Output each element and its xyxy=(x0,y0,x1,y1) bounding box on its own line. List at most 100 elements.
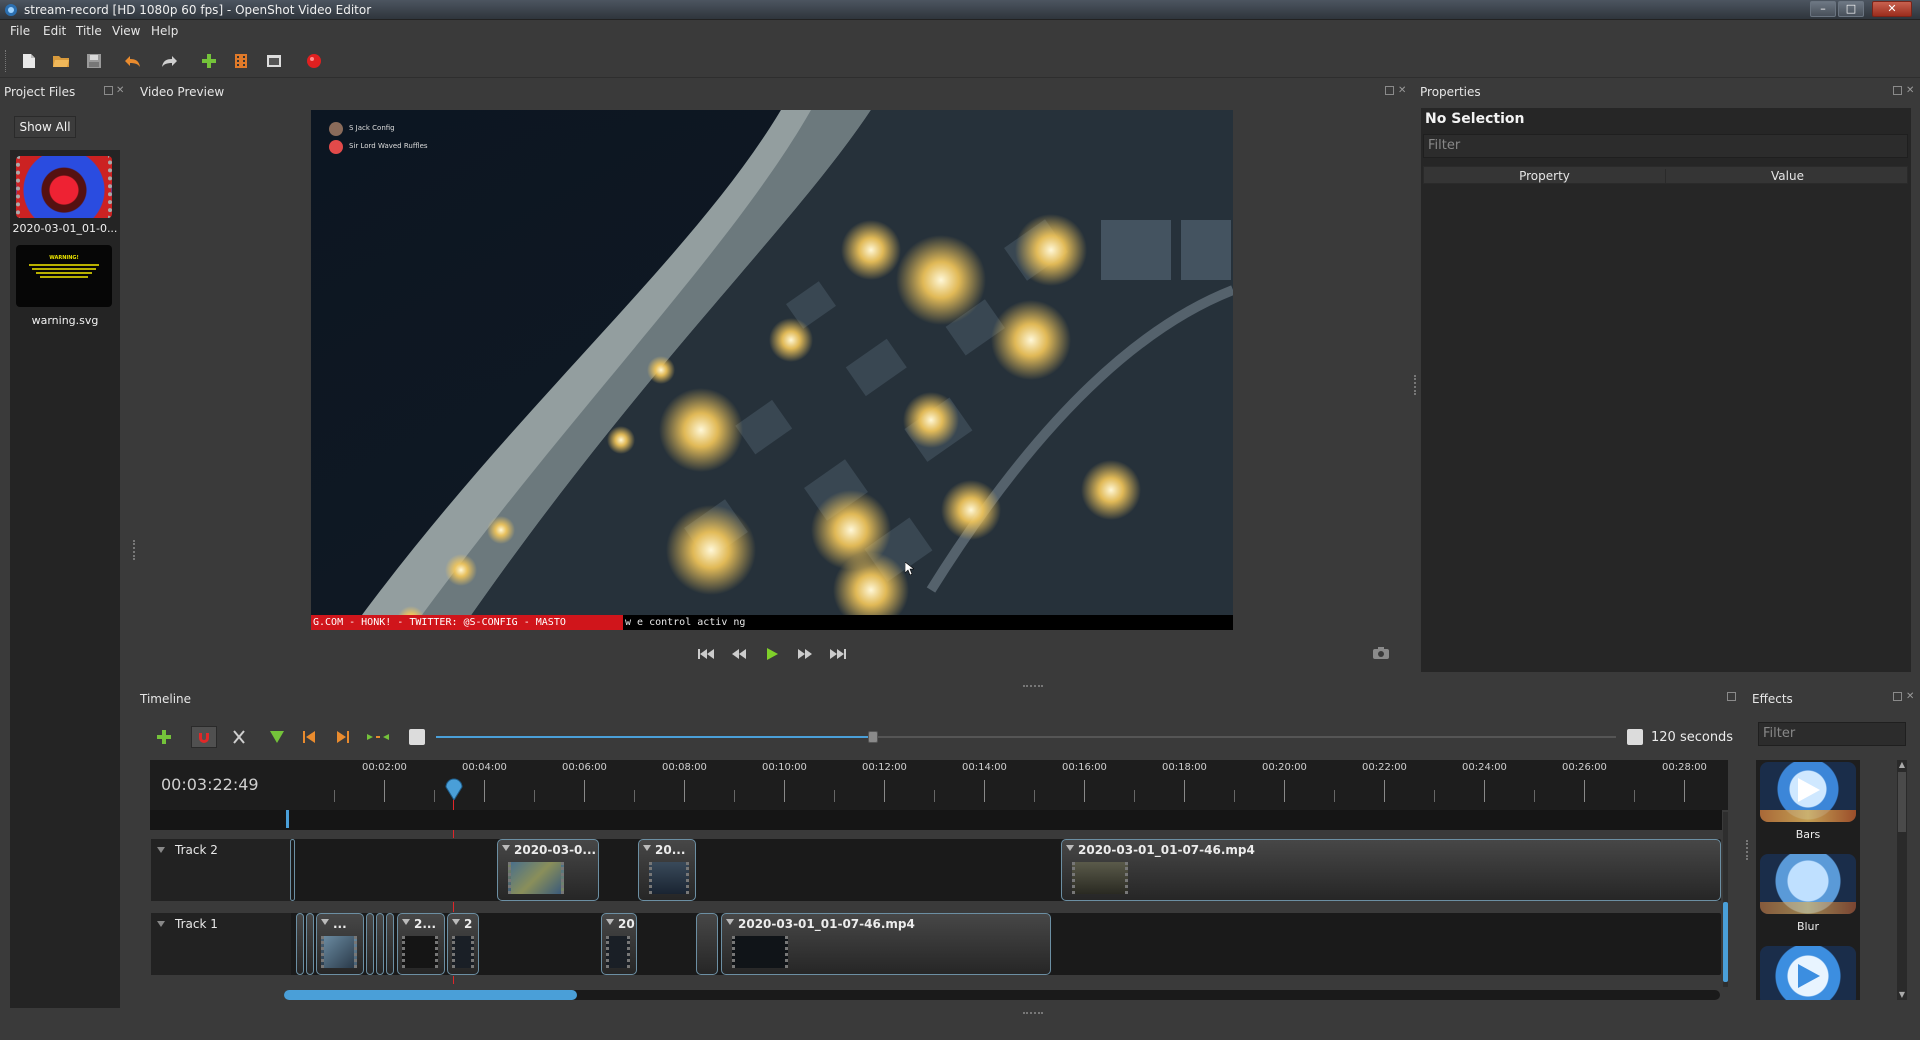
zoom-in-icon[interactable] xyxy=(1627,729,1643,745)
project-files-float-icon[interactable] xyxy=(104,86,113,95)
menu-title[interactable]: Title xyxy=(76,24,102,38)
effects-scroll-thumb[interactable] xyxy=(1898,772,1906,832)
splitter-handle[interactable] xyxy=(133,540,135,560)
track-menu-arrow-icon[interactable] xyxy=(157,847,165,853)
splitter-handle[interactable] xyxy=(1414,375,1416,395)
playhead-handle-icon[interactable] xyxy=(444,778,464,800)
splitter-handle[interactable] xyxy=(1023,1012,1043,1015)
effect-item-bars[interactable]: Bars xyxy=(1758,760,1858,846)
timeline-clip[interactable]: 2 xyxy=(447,913,479,975)
clip-menu-arrow-icon[interactable] xyxy=(502,845,510,851)
razor-icon[interactable] xyxy=(228,726,250,748)
clip-menu-arrow-icon[interactable] xyxy=(452,919,460,925)
effect-item[interactable] xyxy=(1758,944,1858,1000)
fullscreen-icon[interactable] xyxy=(263,50,285,72)
minimize-button[interactable]: – xyxy=(1810,1,1836,17)
selection-label: No Selection xyxy=(1425,111,1525,127)
video-preview-close-icon[interactable]: ✕ xyxy=(1398,86,1406,96)
clip-menu-arrow-icon[interactable] xyxy=(321,919,329,925)
timeline-clip[interactable] xyxy=(696,913,718,975)
menu-help[interactable]: Help xyxy=(151,24,178,38)
open-project-icon[interactable] xyxy=(50,50,72,72)
effect-item-blur[interactable]: Blur xyxy=(1758,852,1858,938)
track-menu-arrow-icon[interactable] xyxy=(157,921,165,927)
ruler-tick xyxy=(1434,790,1435,802)
timeline-clip[interactable]: 2... xyxy=(397,913,445,975)
video-frame[interactable]: S Jack Config Sir Lord Waved Ruffles xyxy=(311,110,1233,630)
add-marker-icon[interactable] xyxy=(266,726,288,748)
timeline-clip[interactable]: 2020-03-01_01-07-46.mp4 xyxy=(721,913,1051,975)
ruler-tick-label: 00:06:00 xyxy=(562,762,607,773)
timeline-clip[interactable] xyxy=(386,913,394,975)
effects-scrollbar[interactable]: ▲ ▼ xyxy=(1897,760,1907,1000)
maximize-button[interactable]: □ xyxy=(1838,1,1864,17)
splitter-handle[interactable] xyxy=(1746,840,1748,860)
timeline-clip[interactable] xyxy=(366,913,374,975)
timeline-clip[interactable] xyxy=(376,913,384,975)
zoom-slider-track[interactable] xyxy=(436,731,1616,743)
file-item[interactable]: 2020-03-01_01-0... xyxy=(12,152,118,242)
play-icon[interactable] xyxy=(762,644,782,664)
project-files-close-icon[interactable]: ✕ xyxy=(116,86,124,96)
camera-snapshot-icon[interactable] xyxy=(1373,647,1389,662)
toolbar-grip[interactable] xyxy=(5,50,8,72)
timeline-horizontal-scroll-thumb[interactable] xyxy=(284,990,577,1000)
timeline-clip[interactable] xyxy=(306,913,314,975)
menu-edit[interactable]: Edit xyxy=(43,24,66,38)
splitter-handle[interactable] xyxy=(1023,685,1043,688)
clip-menu-arrow-icon[interactable] xyxy=(1066,845,1074,851)
new-project-icon[interactable] xyxy=(18,50,40,72)
timeline-clip[interactable]: 20... xyxy=(638,839,696,901)
scroll-down-icon[interactable]: ▼ xyxy=(1897,990,1907,1000)
property-column-header[interactable]: Property xyxy=(1424,169,1666,183)
clip-menu-arrow-icon[interactable] xyxy=(726,919,734,925)
menu-view[interactable]: View xyxy=(112,24,140,38)
clip-menu-arrow-icon[interactable] xyxy=(402,919,410,925)
undo-icon[interactable] xyxy=(122,50,144,72)
timeline-clip[interactable]: 2020-03-01_01-07-46.mp4 xyxy=(1061,839,1721,901)
export-video-icon[interactable] xyxy=(303,50,325,72)
track-2[interactable]: Track 2 2020-03-0... 20... 2020-03-01_01… xyxy=(150,838,1722,902)
timeline-clip[interactable]: 20 xyxy=(601,913,637,975)
timeline-clip[interactable]: 2020-03-0... xyxy=(497,839,599,901)
zoom-slider-handle[interactable] xyxy=(867,731,878,743)
effects-float-icon[interactable] xyxy=(1893,692,1902,701)
close-button[interactable]: ✕ xyxy=(1872,1,1912,17)
clip-menu-arrow-icon[interactable] xyxy=(606,919,614,925)
rewind-icon[interactable] xyxy=(729,644,749,664)
track-1[interactable]: Track 1 ... 2... 2 20 2020-03-01_01-07-4… xyxy=(150,912,1722,976)
timeline-float-icon[interactable] xyxy=(1727,692,1736,701)
scroll-up-icon[interactable]: ▲ xyxy=(1897,760,1907,770)
video-preview-float-icon[interactable] xyxy=(1385,86,1394,95)
snap-toggle-icon[interactable] xyxy=(191,726,217,748)
value-column-header[interactable]: Value xyxy=(1666,169,1909,183)
effects-close-icon[interactable]: ✕ xyxy=(1906,692,1914,702)
timeline-horizontal-scrollbar[interactable] xyxy=(284,990,1720,1000)
timeline-clip[interactable]: ... xyxy=(316,913,364,975)
ruler-tick xyxy=(1634,790,1635,802)
timeline-vertical-scroll-thumb[interactable] xyxy=(1723,902,1728,982)
file-item[interactable]: WARNING! warning.svg xyxy=(12,245,118,335)
save-project-icon[interactable] xyxy=(83,50,105,72)
zoom-out-icon[interactable] xyxy=(409,729,425,745)
center-timeline-icon[interactable] xyxy=(365,726,391,748)
timeline-clip[interactable] xyxy=(296,913,304,975)
clip-menu-arrow-icon[interactable] xyxy=(643,845,651,851)
jump-end-icon[interactable] xyxy=(828,644,848,664)
show-all-button[interactable]: Show All xyxy=(14,116,76,138)
import-files-icon[interactable] xyxy=(198,50,220,72)
properties-close-icon[interactable]: ✕ xyxy=(1906,86,1914,96)
redo-icon[interactable] xyxy=(158,50,180,72)
effects-filter-input[interactable]: Filter xyxy=(1758,722,1906,746)
fast-forward-icon[interactable] xyxy=(795,644,815,664)
jump-start-icon[interactable] xyxy=(696,644,716,664)
previous-marker-icon[interactable] xyxy=(298,726,320,748)
add-track-icon[interactable] xyxy=(152,726,176,748)
profile-icon[interactable] xyxy=(230,50,252,72)
properties-float-icon[interactable] xyxy=(1893,86,1902,95)
timeline-vertical-scrollbar[interactable] xyxy=(1723,812,1728,987)
clip-edge[interactable] xyxy=(290,839,295,901)
properties-filter-input[interactable]: Filter xyxy=(1423,134,1908,158)
next-marker-icon[interactable] xyxy=(332,726,354,748)
menu-file[interactable]: File xyxy=(10,24,30,38)
